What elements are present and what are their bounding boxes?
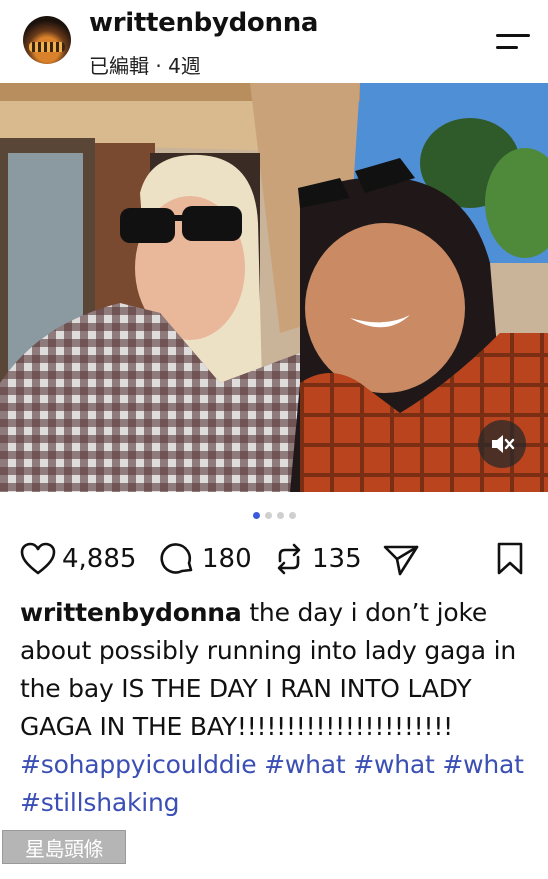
heart-icon: [20, 542, 56, 575]
mute-button[interactable]: [478, 420, 526, 468]
hashtag[interactable]: #what: [264, 750, 346, 779]
menu-icon[interactable]: [496, 30, 530, 52]
save-button[interactable]: [494, 538, 526, 580]
carousel-dot-4[interactable]: [288, 512, 296, 519]
hashtag[interactable]: #what: [353, 750, 435, 779]
post-photo[interactable]: [0, 83, 548, 492]
bookmark-icon: [497, 542, 523, 575]
like-count: 4,885: [62, 544, 137, 574]
share-button[interactable]: [382, 538, 420, 580]
repost-arrows-icon: [277, 543, 301, 575]
hashtag[interactable]: #stillshaking: [20, 788, 180, 817]
post-caption: writtenbydonna the day i don’t joke abou…: [20, 594, 532, 822]
carousel-indicator: [0, 512, 548, 520]
profile-avatar[interactable]: [23, 16, 71, 64]
post-photo-illustration: [0, 83, 548, 492]
carousel-dot-1[interactable]: [252, 512, 260, 519]
comment-count: 180: [202, 544, 252, 574]
caption-username[interactable]: writtenbydonna: [20, 598, 242, 627]
hashtag[interactable]: #what: [442, 750, 524, 779]
speaker-muted-icon: [492, 435, 515, 453]
action-bar: 4,885 180 135: [0, 538, 548, 580]
post-header: writtenbydonna 已編輯 · 4週: [0, 0, 548, 82]
carousel-dot-3[interactable]: [276, 512, 284, 519]
carousel-dot-2[interactable]: [264, 512, 272, 519]
comment-button[interactable]: 180: [160, 538, 252, 580]
like-button[interactable]: 4,885: [20, 538, 136, 580]
post-username[interactable]: writtenbydonna: [89, 8, 318, 38]
watermark: 星島頭條: [2, 830, 126, 864]
send-paper-plane-icon: [383, 545, 419, 576]
post-meta: 已編輯 · 4週: [89, 54, 201, 78]
repost-button[interactable]: 135: [272, 538, 362, 580]
repost-count: 135: [312, 544, 362, 574]
hashtag[interactable]: #sohappyicoulddie: [20, 750, 257, 779]
comment-bubble-icon: [160, 543, 193, 574]
